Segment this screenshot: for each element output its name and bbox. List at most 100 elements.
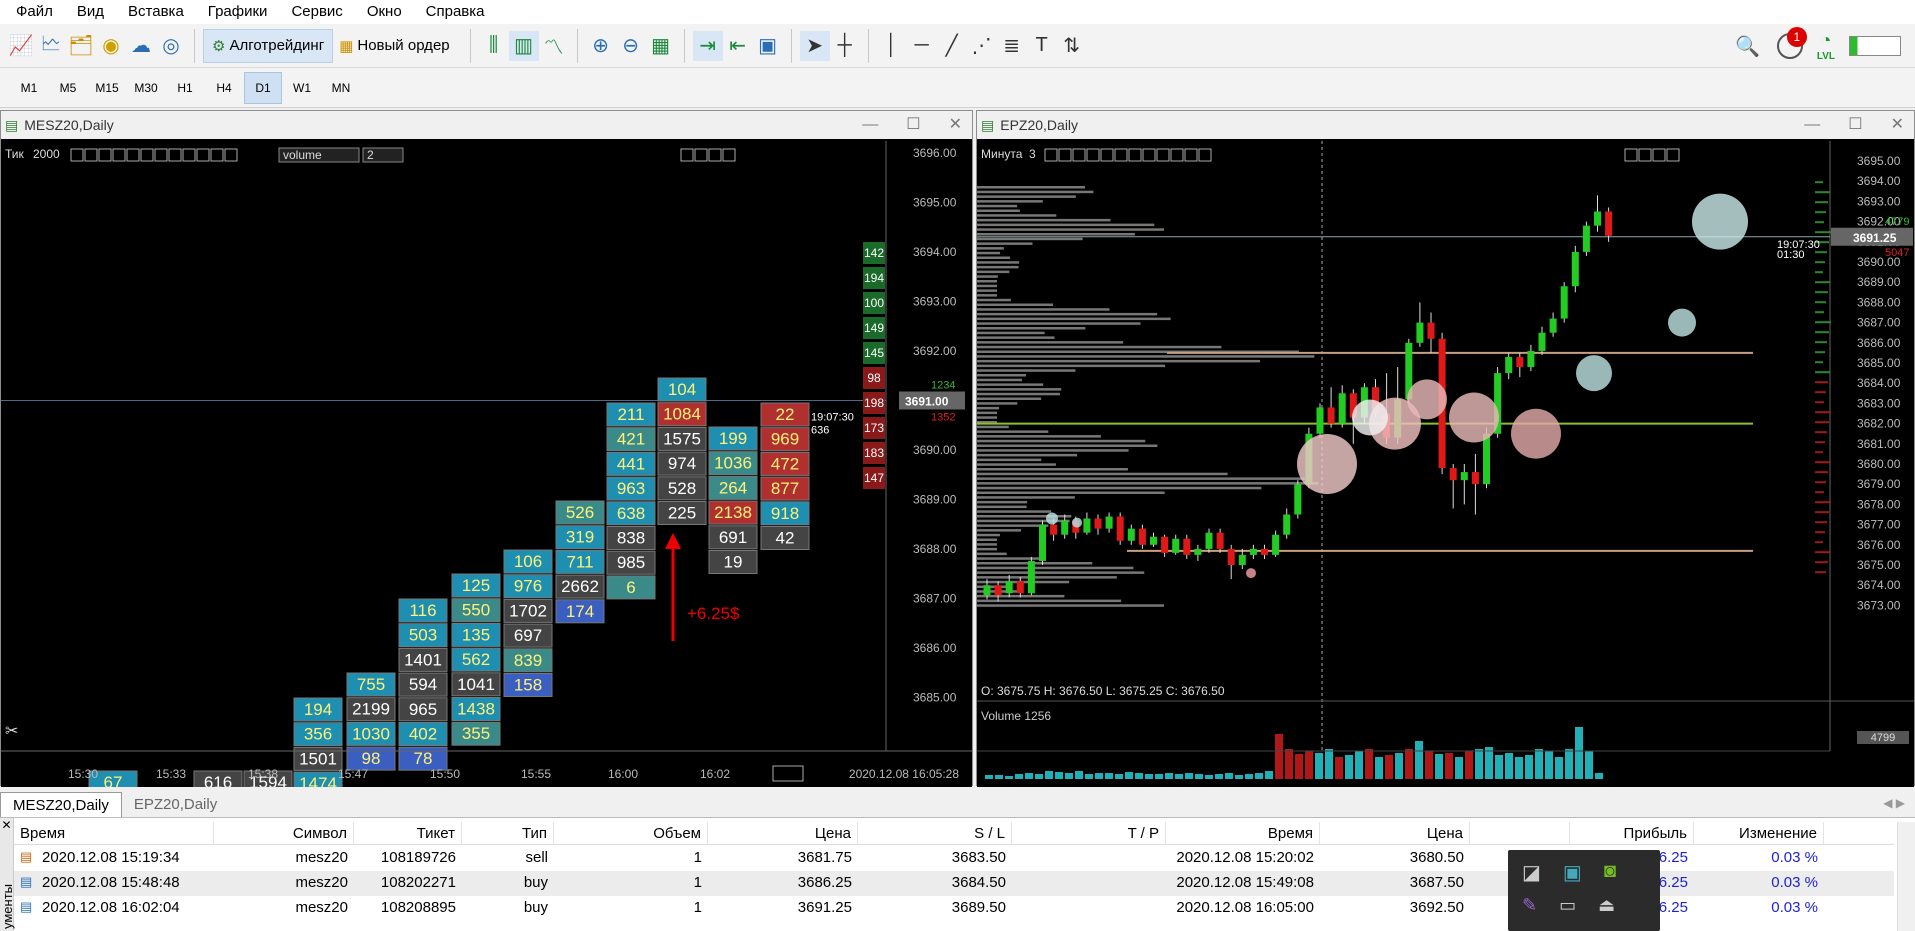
candle-chart[interactable]: Минута33695.003694.003693.003692.003691.… [977,141,1914,787]
signal-icon[interactable]: ◎ [156,31,186,61]
tray-pen-icon[interactable]: ✎ [1522,895,1537,916]
autoscroll-icon[interactable]: ⇥ [692,30,723,61]
grid-icon[interactable]: ▦ [646,31,676,61]
cluster-chart[interactable]: Тик 2000 volume 2 3696.00 3695.00 3694.00 3693.… [1,141,972,787]
menu-item[interactable]: Сервис [279,0,354,24]
price-axis-label: 3687.00 [1857,316,1901,330]
tab-scroll-icons[interactable]: ◀ ▶ [1883,796,1905,810]
panel-tab[interactable]: MESZ20,Daily [0,792,122,817]
tray-usb-icon[interactable]: ⏏ [1598,895,1615,916]
fibo-icon[interactable]: ≣ [997,31,1027,61]
cluster-value: 264 [719,478,747,497]
table-cell: 2020.12.08 16:02:04 [42,899,180,916]
table-cell: 108189726 [380,849,456,866]
panel-tab[interactable]: EPZ20,Daily [122,792,229,817]
menu-item[interactable]: Вставка [116,0,196,24]
trendline-icon[interactable]: ╱ [937,31,967,61]
timeframe-m5[interactable]: M5 [49,72,87,104]
candle-body [994,585,1002,596]
panel-close-icon[interactable]: ✕ [0,818,13,832]
cursor-icon[interactable]: ➤ [799,30,830,61]
maximize-icon[interactable]: ☐ [1848,111,1862,139]
column-header[interactable]: Тикет [354,822,462,844]
equidistant-icon[interactable]: ⋰ [967,31,997,61]
new-order-button[interactable]: ▦ Новый ордер [333,28,455,64]
templates-icon[interactable]: ▣ [753,31,783,61]
column-header[interactable]: Время [1166,822,1320,844]
zoom-out-icon[interactable]: ⊖ [616,31,646,61]
chart-shift-icon[interactable]: ⇤ [723,31,753,61]
timeframe-m30[interactable]: M30 [127,72,165,104]
column-header[interactable]: S / L [858,822,1012,844]
bid-volume: 1352 [931,412,955,424]
search-icon[interactable]: 🔍 [1733,31,1763,61]
minimize-icon[interactable]: — [862,111,878,139]
menu-item[interactable]: Вид [65,0,116,24]
crosshair-icon[interactable]: ┼ [830,31,860,61]
column-header[interactable]: Цена [708,822,858,844]
tray-app-icon[interactable]: ◪ [1522,860,1541,885]
column-header[interactable]: Символ [214,822,354,844]
volume-profile-bar [977,289,997,292]
table-cell: 3681.75 [797,849,852,866]
maximize-icon[interactable]: ☐ [906,111,920,139]
tray-nvidia-icon[interactable]: ◙ [1604,860,1616,885]
timeframe-w1[interactable]: W1 [283,72,321,104]
volume-bar [1175,774,1183,779]
candle-chart-icon[interactable]: ▥ [508,30,539,61]
notifications-icon[interactable]: 1 [1776,27,1807,59]
text-icon[interactable]: T [1027,31,1057,61]
column-header[interactable]: Прибыль [1570,822,1694,844]
menu-item[interactable]: Справка [414,0,497,24]
dom-value: 198 [864,396,884,410]
arrows-icon[interactable]: ⇅ [1057,31,1087,61]
price-axis-label: 3695.00 [1857,154,1901,168]
vertical-line-icon[interactable]: │ [877,31,907,61]
lvl-icon[interactable]: ◔ LVL [1817,30,1835,62]
column-header[interactable]: T / P [1012,822,1166,844]
tray-monitor-icon[interactable]: ▣ [1563,860,1582,885]
volume-bar [1045,771,1053,779]
timeframe-h1[interactable]: H1 [166,72,204,104]
zoom-in-icon[interactable]: ⊕ [586,31,616,61]
column-header[interactable]: Время [14,822,214,844]
close-icon[interactable]: ✕ [949,111,962,139]
horizontal-line-icon[interactable]: ─ [907,31,937,61]
menu-item[interactable]: Файл [4,0,65,24]
tray-drive-icon[interactable]: ▭ [1559,895,1576,916]
minimize-icon[interactable]: — [1804,111,1820,139]
cluster-value: 472 [771,454,799,473]
table-cell: 3689.50 [951,899,1006,916]
candle-body [1538,332,1546,351]
cluster-value: 104 [668,380,696,399]
volume-profile-bar [977,444,1158,447]
market-icon[interactable]: ☁ [126,31,156,61]
column-header[interactable]: Изменение [1694,822,1824,844]
table-scrollbar[interactable] [1897,822,1915,931]
folder-icon[interactable]: 🗂 [66,31,96,61]
timeframe-mn[interactable]: MN [322,72,360,104]
algotrading-button[interactable]: ⚙ Алготрейдинг [203,28,334,63]
new-chart-icon[interactable]: 📈 [6,31,36,61]
column-header[interactable]: Объем [554,822,708,844]
column-header[interactable] [1470,822,1570,844]
price-axis-label: 3694.00 [913,245,957,259]
time-label: 15:47 [338,767,368,781]
timeframe-m1[interactable]: M1 [10,72,48,104]
bar-chart-icon[interactable]: ⫼ [479,31,509,61]
timeframe-h4[interactable]: H4 [205,72,243,104]
close-icon[interactable]: ✕ [1891,111,1904,139]
profiles-icon[interactable]: 🗠 [36,31,66,61]
candle-body [1272,534,1280,555]
line-chart-icon[interactable]: 〽 [539,31,569,61]
menu-item[interactable]: Окно [355,0,414,24]
menu-item[interactable]: Графики [196,0,280,24]
column-header[interactable]: Цена [1320,822,1470,844]
column-header[interactable]: Тип [462,822,554,844]
timestamp: 2020.12.08 16:05:28 [849,767,959,781]
coins-icon[interactable]: ◉ [96,31,126,61]
timeframe-m15[interactable]: M15 [88,72,126,104]
timeframe-d1[interactable]: D1 [244,71,282,104]
candle-body [1571,251,1579,287]
table-cell: buy [523,874,548,891]
